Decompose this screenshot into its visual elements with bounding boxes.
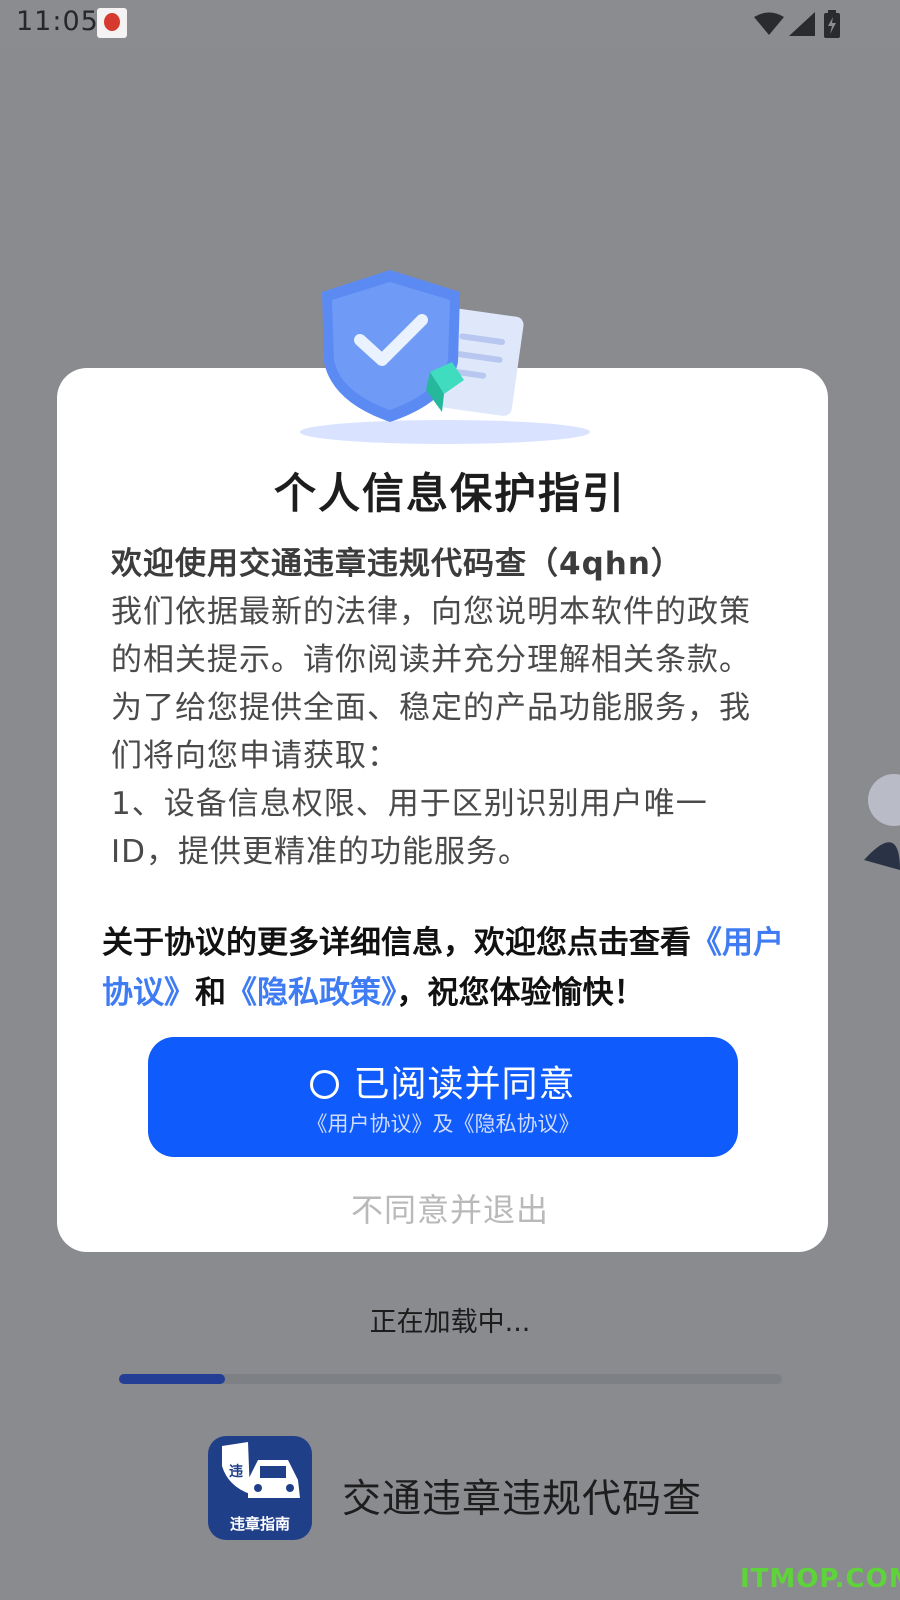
loading-text: 正在加载中... (369, 1307, 531, 1338)
app-logo-label: 违章指南 (229, 1515, 290, 1533)
loading-progress-bar (119, 1374, 782, 1384)
privacy-policy-link[interactable]: 《隐私政策》 (226, 975, 397, 1011)
car-icon: 违 (222, 1442, 300, 1498)
agree-button[interactable]: 已阅读并同意 《用户协议》及《隐私协议》 (148, 1037, 738, 1157)
permission-item: 1、设备信息权限、用于区别识别用户唯一ID，提供更精准的功能服务。 (111, 786, 708, 870)
welcome-lead: 欢迎使用交通违章违规代码查（4qhn） (111, 546, 683, 582)
disagree-exit-button[interactable]: 不同意并退出 (0, 1185, 900, 1231)
agreement-note-text: 关于协议的更多详细信息，欢迎您点击查看 (102, 925, 691, 961)
agree-label: 已阅读并同意 (353, 1064, 576, 1105)
policy-scroll-area[interactable]: 欢迎使用交通违章违规代码查（4qhn） 我们依据最新的法律，向您说明本软件的政策… (111, 540, 771, 910)
app-name: 交通违章违规代码查 (342, 1477, 703, 1522)
background-illustration (864, 774, 900, 870)
loading-progress-fill (119, 1374, 226, 1384)
agreement-note: 关于协议的更多详细信息，欢迎您点击查看《用户协议》和《隐私政策》，祝您体验愉快！ (102, 918, 810, 1018)
status-time: 11:05 (16, 6, 99, 37)
scroll-fade (100, 872, 800, 912)
dialog-title: 个人信息保护指引 (273, 469, 626, 518)
agree-sublabel: 《用户协议》及《隐私协议》 (306, 1112, 580, 1136)
radio-circle-icon (310, 1070, 340, 1099)
agreement-note-end: ，祝您体验愉快！ (396, 975, 645, 1011)
app-logo: 违 违章指南 (208, 1436, 312, 1540)
agree-button-main: 已阅读并同意 (148, 1055, 738, 1107)
policy-paragraph: 我们依据最新的法律，向您说明本软件的政策的相关提示。请你阅读并充分理解相关条款。… (111, 594, 751, 774)
agreement-note-and: 和 (195, 975, 226, 1011)
shield-check-illustration (300, 270, 590, 444)
app-notification-icon (97, 8, 127, 38)
signal-icon (789, 12, 815, 36)
wifi-icon (754, 12, 784, 35)
status-bar: 11:05 (0, 0, 900, 48)
svg-text:违: 违 (229, 1463, 243, 1480)
watermark: ITMOP.COM (740, 1564, 900, 1594)
battery-icon (824, 10, 840, 38)
